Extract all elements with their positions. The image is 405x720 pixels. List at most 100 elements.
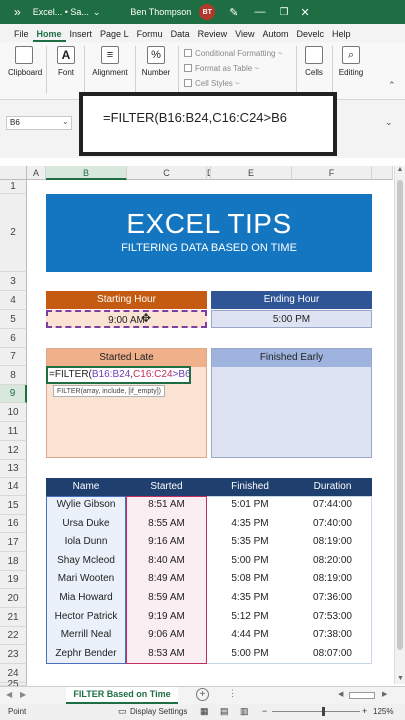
- table-cell-name[interactable]: Mia Howard: [46, 589, 126, 608]
- cell-styles-button[interactable]: Cell Styles ~: [184, 76, 282, 91]
- table-cell-finished[interactable]: 5:00 PM: [207, 552, 293, 571]
- menu-icon[interactable]: »: [14, 5, 21, 19]
- table-cell-finished[interactable]: 4:35 PM: [207, 589, 293, 608]
- tab-formu[interactable]: Formu: [133, 26, 167, 42]
- row-header-16[interactable]: 16: [0, 515, 27, 533]
- table-cell-started[interactable]: 9:06 AM: [126, 626, 207, 645]
- tab-pagel[interactable]: Page L: [96, 26, 133, 42]
- workbook-title[interactable]: Excel... • Sa...: [33, 7, 89, 17]
- table-cell-finished[interactable]: 4:35 PM: [207, 515, 293, 534]
- sheet-nav-prev-icon[interactable]: ◀: [6, 690, 12, 699]
- table-cell-duration[interactable]: 08:19:00: [293, 570, 372, 589]
- table-cell-name[interactable]: Zephr Bender: [46, 645, 126, 664]
- tab-file[interactable]: File: [10, 26, 33, 42]
- page-break-icon[interactable]: ▥: [240, 706, 249, 717]
- scroll-left-icon[interactable]: ◀: [338, 690, 343, 698]
- table-cell-duration[interactable]: 07:44:00: [293, 496, 372, 515]
- row-header-15[interactable]: 15: [0, 496, 27, 515]
- table-cell-started[interactable]: 8:51 AM: [126, 496, 207, 515]
- editing-group[interactable]: ⌕ Editing: [336, 46, 366, 77]
- vertical-scrollbar[interactable]: ▲ ▼: [394, 166, 405, 684]
- tab-home[interactable]: Home: [32, 26, 66, 42]
- table-cell-finished[interactable]: 5:35 PM: [207, 533, 293, 552]
- page-layout-icon[interactable]: ▤: [220, 706, 229, 717]
- row-header-6[interactable]: 6: [0, 329, 27, 348]
- row-header-13[interactable]: 13: [0, 460, 27, 478]
- table-cell-name[interactable]: Iola Dunn: [46, 533, 126, 552]
- table-cell-started[interactable]: 8:49 AM: [126, 570, 207, 589]
- row-header-12[interactable]: 12: [0, 441, 27, 460]
- restore-icon[interactable]: ❐: [280, 7, 289, 18]
- row-header-11[interactable]: 11: [0, 422, 27, 441]
- row-header-3[interactable]: 3: [0, 272, 27, 291]
- row-header-17[interactable]: 17: [0, 533, 27, 552]
- column-header-a[interactable]: A: [27, 166, 46, 180]
- row-header-4[interactable]: 4: [0, 291, 27, 310]
- table-cell-name[interactable]: Ursa Duke: [46, 515, 126, 534]
- table-cell-started[interactable]: 8:59 AM: [126, 589, 207, 608]
- row-header-10[interactable]: 10: [0, 403, 27, 422]
- vertical-scroll-thumb[interactable]: [397, 180, 403, 650]
- dropdown-icon[interactable]: ⌄: [93, 7, 101, 18]
- tab-insert[interactable]: Insert: [66, 26, 97, 42]
- column-header-e[interactable]: E: [211, 166, 292, 180]
- table-cell-duration[interactable]: 08:07:00: [293, 645, 372, 664]
- scroll-right-icon[interactable]: ▶: [382, 690, 387, 698]
- table-cell-duration[interactable]: 07:36:00: [293, 589, 372, 608]
- normal-view-icon[interactable]: ▦: [200, 706, 209, 717]
- row-header-8[interactable]: 8: [0, 366, 27, 385]
- table-cell-finished[interactable]: 5:00 PM: [207, 645, 293, 664]
- zoom-slider[interactable]: [272, 711, 360, 712]
- sheet-nav-next-icon[interactable]: ▶: [20, 690, 26, 699]
- sheet-tab-active[interactable]: FILTER Based on Time: [66, 687, 178, 704]
- zoom-slider-thumb[interactable]: [322, 707, 325, 716]
- row-header-7[interactable]: 7: [0, 348, 27, 366]
- table-cell-duration[interactable]: 07:38:00: [293, 626, 372, 645]
- format-as-table-button[interactable]: Format as Table ~: [184, 61, 282, 76]
- column-header-b[interactable]: B: [46, 166, 127, 180]
- name-box-dropdown-icon[interactable]: ⌄: [62, 117, 69, 126]
- avatar[interactable]: BT: [199, 4, 216, 20]
- column-header-g[interactable]: [372, 166, 393, 180]
- table-cell-started[interactable]: 8:53 AM: [126, 645, 207, 664]
- row-header-23[interactable]: 23: [0, 645, 27, 664]
- table-cell-started[interactable]: 8:40 AM: [126, 552, 207, 571]
- number-group[interactable]: % Number: [138, 46, 174, 77]
- horizontal-scrollbar[interactable]: ◀ ▶: [238, 691, 398, 701]
- scroll-up-icon[interactable]: ▲: [395, 166, 405, 173]
- column-header-c[interactable]: C: [127, 166, 207, 180]
- row-header-5[interactable]: 5: [0, 310, 27, 329]
- row-header-22[interactable]: 22: [0, 627, 27, 645]
- table-cell-started[interactable]: 8:55 AM: [126, 515, 207, 534]
- table-cell-name[interactable]: Merrill Neal: [46, 626, 126, 645]
- tab-autom[interactable]: Autom: [258, 26, 292, 42]
- row-header-2[interactable]: 2: [0, 194, 27, 272]
- more-options-icon[interactable]: ⋮: [228, 688, 237, 699]
- add-sheet-icon[interactable]: +: [196, 688, 209, 701]
- close-icon[interactable]: ✕: [300, 6, 309, 19]
- tab-develc[interactable]: Develc: [293, 26, 329, 42]
- expand-formula-icon[interactable]: ⌄: [385, 117, 393, 128]
- active-cell-editor[interactable]: =FILTER(B16:B24,C16:C24>B6): [46, 366, 191, 384]
- row-header-1[interactable]: 1: [0, 180, 27, 194]
- row-header-14[interactable]: 14: [0, 478, 27, 496]
- table-cell-duration[interactable]: 08:19:00: [293, 533, 372, 552]
- minimize-icon[interactable]: —: [255, 6, 266, 18]
- table-cell-started[interactable]: 9:16 AM: [126, 533, 207, 552]
- display-settings-icon[interactable]: ▭: [118, 706, 127, 717]
- formula-display[interactable]: =FILTER(B16:B24,C16:C24>B6: [79, 92, 337, 156]
- tab-help[interactable]: Help: [328, 26, 355, 42]
- table-cell-duration[interactable]: 07:53:00: [293, 608, 372, 627]
- zoom-in-icon[interactable]: +: [362, 706, 367, 716]
- row-header-21[interactable]: 21: [0, 608, 27, 627]
- row-header-19[interactable]: 19: [0, 571, 27, 589]
- select-all-corner[interactable]: [0, 166, 27, 180]
- table-cell-finished[interactable]: 5:01 PM: [207, 496, 293, 515]
- pen-icon[interactable]: ✎: [229, 6, 238, 19]
- column-header-f[interactable]: F: [292, 166, 372, 180]
- tab-review[interactable]: Review: [194, 26, 232, 42]
- table-cell-started[interactable]: 9:19 AM: [126, 608, 207, 627]
- horizontal-scroll-thumb[interactable]: [349, 692, 375, 699]
- table-cell-name[interactable]: Hector Patrick: [46, 608, 126, 627]
- table-cell-finished[interactable]: 5:08 PM: [207, 570, 293, 589]
